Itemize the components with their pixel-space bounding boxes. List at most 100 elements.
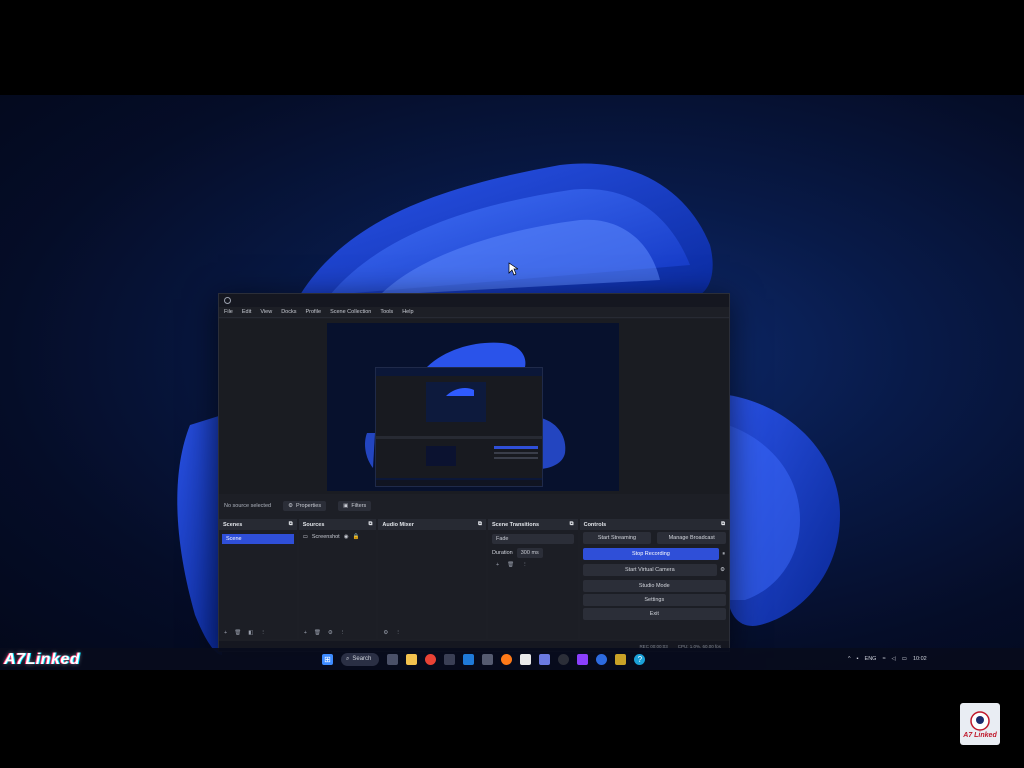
help-icon[interactable]: ? [634, 653, 646, 665]
logo-badge-text: A7 Linked [963, 731, 997, 739]
lang-indicator[interactable]: ENG [865, 656, 877, 662]
photos-icon[interactable] [539, 653, 551, 665]
gear-icon: ⚙ [288, 503, 294, 509]
filter-icon[interactable]: ◧ [248, 630, 253, 636]
start-streaming-button[interactable]: Start Streaming [582, 532, 652, 544]
more-icon[interactable]: ⋮ [260, 630, 266, 636]
studio-mode-button[interactable]: Studio Mode [582, 580, 726, 592]
menu-edit[interactable]: Edit [242, 309, 251, 315]
pause-icon[interactable]: ⏸ [722, 551, 725, 558]
eye-icon[interactable]: ◉ [344, 534, 349, 540]
start-virtual-camera-button[interactable]: Start Virtual Camera [582, 564, 718, 576]
more-icon[interactable]: ⋮ [395, 630, 401, 636]
obs-title-bar[interactable] [219, 294, 729, 307]
trash-icon[interactable]: 🗑 [234, 630, 241, 636]
system-tray: ^ ▪ ENG ≈ ◁ ▭ 10:02 [848, 648, 927, 670]
filters-button[interactable]: ▣ Filters [338, 501, 372, 511]
obs-menu-bar: File Edit View Docks Profile Scene Colle… [219, 307, 729, 318]
menu-help[interactable]: Help [402, 309, 413, 315]
gear-icon[interactable]: ⚙ [383, 630, 388, 636]
dock-float-icon[interactable]: ⧉ [721, 521, 725, 528]
properties-button[interactable]: ⚙ Properties [283, 501, 327, 511]
taskbar-apps: ⊞ ⌕ Search ? [322, 648, 646, 670]
trash-icon[interactable]: 🗑 [507, 562, 514, 568]
obs-taskbar-icon[interactable] [558, 653, 570, 665]
store-icon[interactable] [520, 653, 532, 665]
taskbar-search[interactable]: ⌕ Search [341, 652, 380, 666]
scenes-footer: + 🗑 ◧ ⋮ [219, 627, 297, 639]
duration-input[interactable]: 300 ms [516, 548, 543, 558]
a7linked-watermark: A7Linked [4, 651, 81, 668]
preview-canvas[interactable] [327, 323, 619, 491]
sources-dock: Sources ⧉ ▭ Screenshot ◉ 🔒 + 🗑 ⚙ ⋮ [298, 519, 377, 639]
obs-logo-icon [224, 297, 231, 304]
audio-footer: ⚙ ⋮ [378, 627, 486, 639]
app-icon[interactable] [596, 653, 608, 665]
dock-float-icon[interactable]: ⧉ [368, 521, 372, 528]
add-icon[interactable]: + [224, 630, 227, 636]
monitor-icon: ▭ [302, 534, 308, 540]
tray-app-icon[interactable]: ▪ [857, 656, 859, 662]
obs-window[interactable]: File Edit View Docks Profile Scene Colle… [218, 293, 730, 652]
settings-button[interactable]: Settings [582, 594, 726, 606]
transitions-title: Scene Transitions [491, 521, 540, 528]
more-icon[interactable]: ⋮ [340, 630, 346, 636]
wifi-icon[interactable]: ≈ [882, 656, 885, 662]
source-item[interactable]: ▭ Screenshot ◉ 🔒 [303, 534, 373, 540]
media-icon[interactable] [577, 653, 589, 665]
more-icon[interactable]: ⋮ [522, 562, 528, 568]
stop-recording-button[interactable]: Stop Recording [582, 548, 720, 560]
gear-icon[interactable]: ⚙ [720, 567, 725, 573]
trash-icon[interactable]: 🗑 [314, 630, 321, 636]
nested-taskbar [376, 480, 542, 486]
file-explorer-icon[interactable] [406, 653, 418, 665]
gear-icon[interactable]: ⚙ [328, 630, 333, 636]
transition-type-select[interactable]: Fade [491, 534, 574, 544]
add-icon[interactable]: + [304, 630, 307, 636]
exit-button[interactable]: Exit [582, 608, 726, 620]
audio-mixer-title: Audio Mixer [382, 521, 414, 528]
sources-footer: + 🗑 ⚙ ⋮ [299, 627, 377, 639]
menu-file[interactable]: File [224, 309, 233, 315]
scene-item[interactable]: Scene [222, 534, 294, 544]
dock-float-icon[interactable]: ⧉ [570, 521, 574, 528]
clock[interactable]: 10:02 [913, 656, 927, 662]
audio-mixer-dock: Audio Mixer ⧉ ⚙ ⋮ [378, 519, 486, 639]
vscode-icon[interactable] [463, 653, 475, 665]
windows-start-icon[interactable]: ⊞ [322, 653, 333, 665]
nested-obs-window [375, 367, 543, 487]
app-icon[interactable] [482, 653, 494, 665]
channel-logo-badge: A7 Linked [960, 703, 1000, 745]
add-icon[interactable]: + [496, 562, 499, 568]
menu-profile[interactable]: Profile [305, 309, 321, 315]
app-icon[interactable] [444, 653, 456, 665]
no-source-label: No source selected [224, 503, 272, 509]
filter-icon: ▣ [343, 503, 349, 509]
obs-preview-area [219, 319, 729, 494]
search-icon: ⌕ [346, 655, 350, 662]
menu-tools[interactable]: Tools [380, 309, 393, 315]
lock-icon[interactable]: 🔒 [353, 534, 360, 540]
battery-icon[interactable]: ▭ [902, 656, 907, 662]
chevron-up-icon[interactable]: ^ [848, 656, 851, 662]
source-toolbar: No source selected ⚙ Properties ▣ Filter… [219, 497, 739, 515]
scenes-title: Scenes [223, 521, 243, 528]
filters-label: Filters [351, 503, 367, 509]
mouse-cursor-icon [508, 262, 518, 276]
dock-float-icon[interactable]: ⧉ [289, 521, 293, 528]
menu-docks[interactable]: Docks [281, 309, 296, 315]
volume-icon[interactable]: ◁ [892, 656, 896, 662]
firefox-icon[interactable] [501, 653, 513, 665]
manage-broadcast-button[interactable]: Manage Broadcast [657, 532, 726, 544]
controls-title: Controls [583, 521, 607, 528]
properties-label: Properties [296, 503, 322, 509]
obs-docks: Scenes ⧉ Scene + 🗑 ◧ ⋮ Sources ⧉ ▭ Screens… [219, 519, 729, 639]
search-label: Search [352, 656, 372, 662]
app-icon[interactable] [615, 653, 627, 665]
chrome-icon[interactable] [425, 653, 437, 665]
source-item-label: Screenshot [311, 534, 340, 540]
menu-scene-collection[interactable]: Scene Collection [330, 309, 371, 315]
dock-float-icon[interactable]: ⧉ [478, 521, 482, 528]
task-view-icon[interactable] [387, 653, 399, 665]
menu-view[interactable]: View [260, 309, 272, 315]
